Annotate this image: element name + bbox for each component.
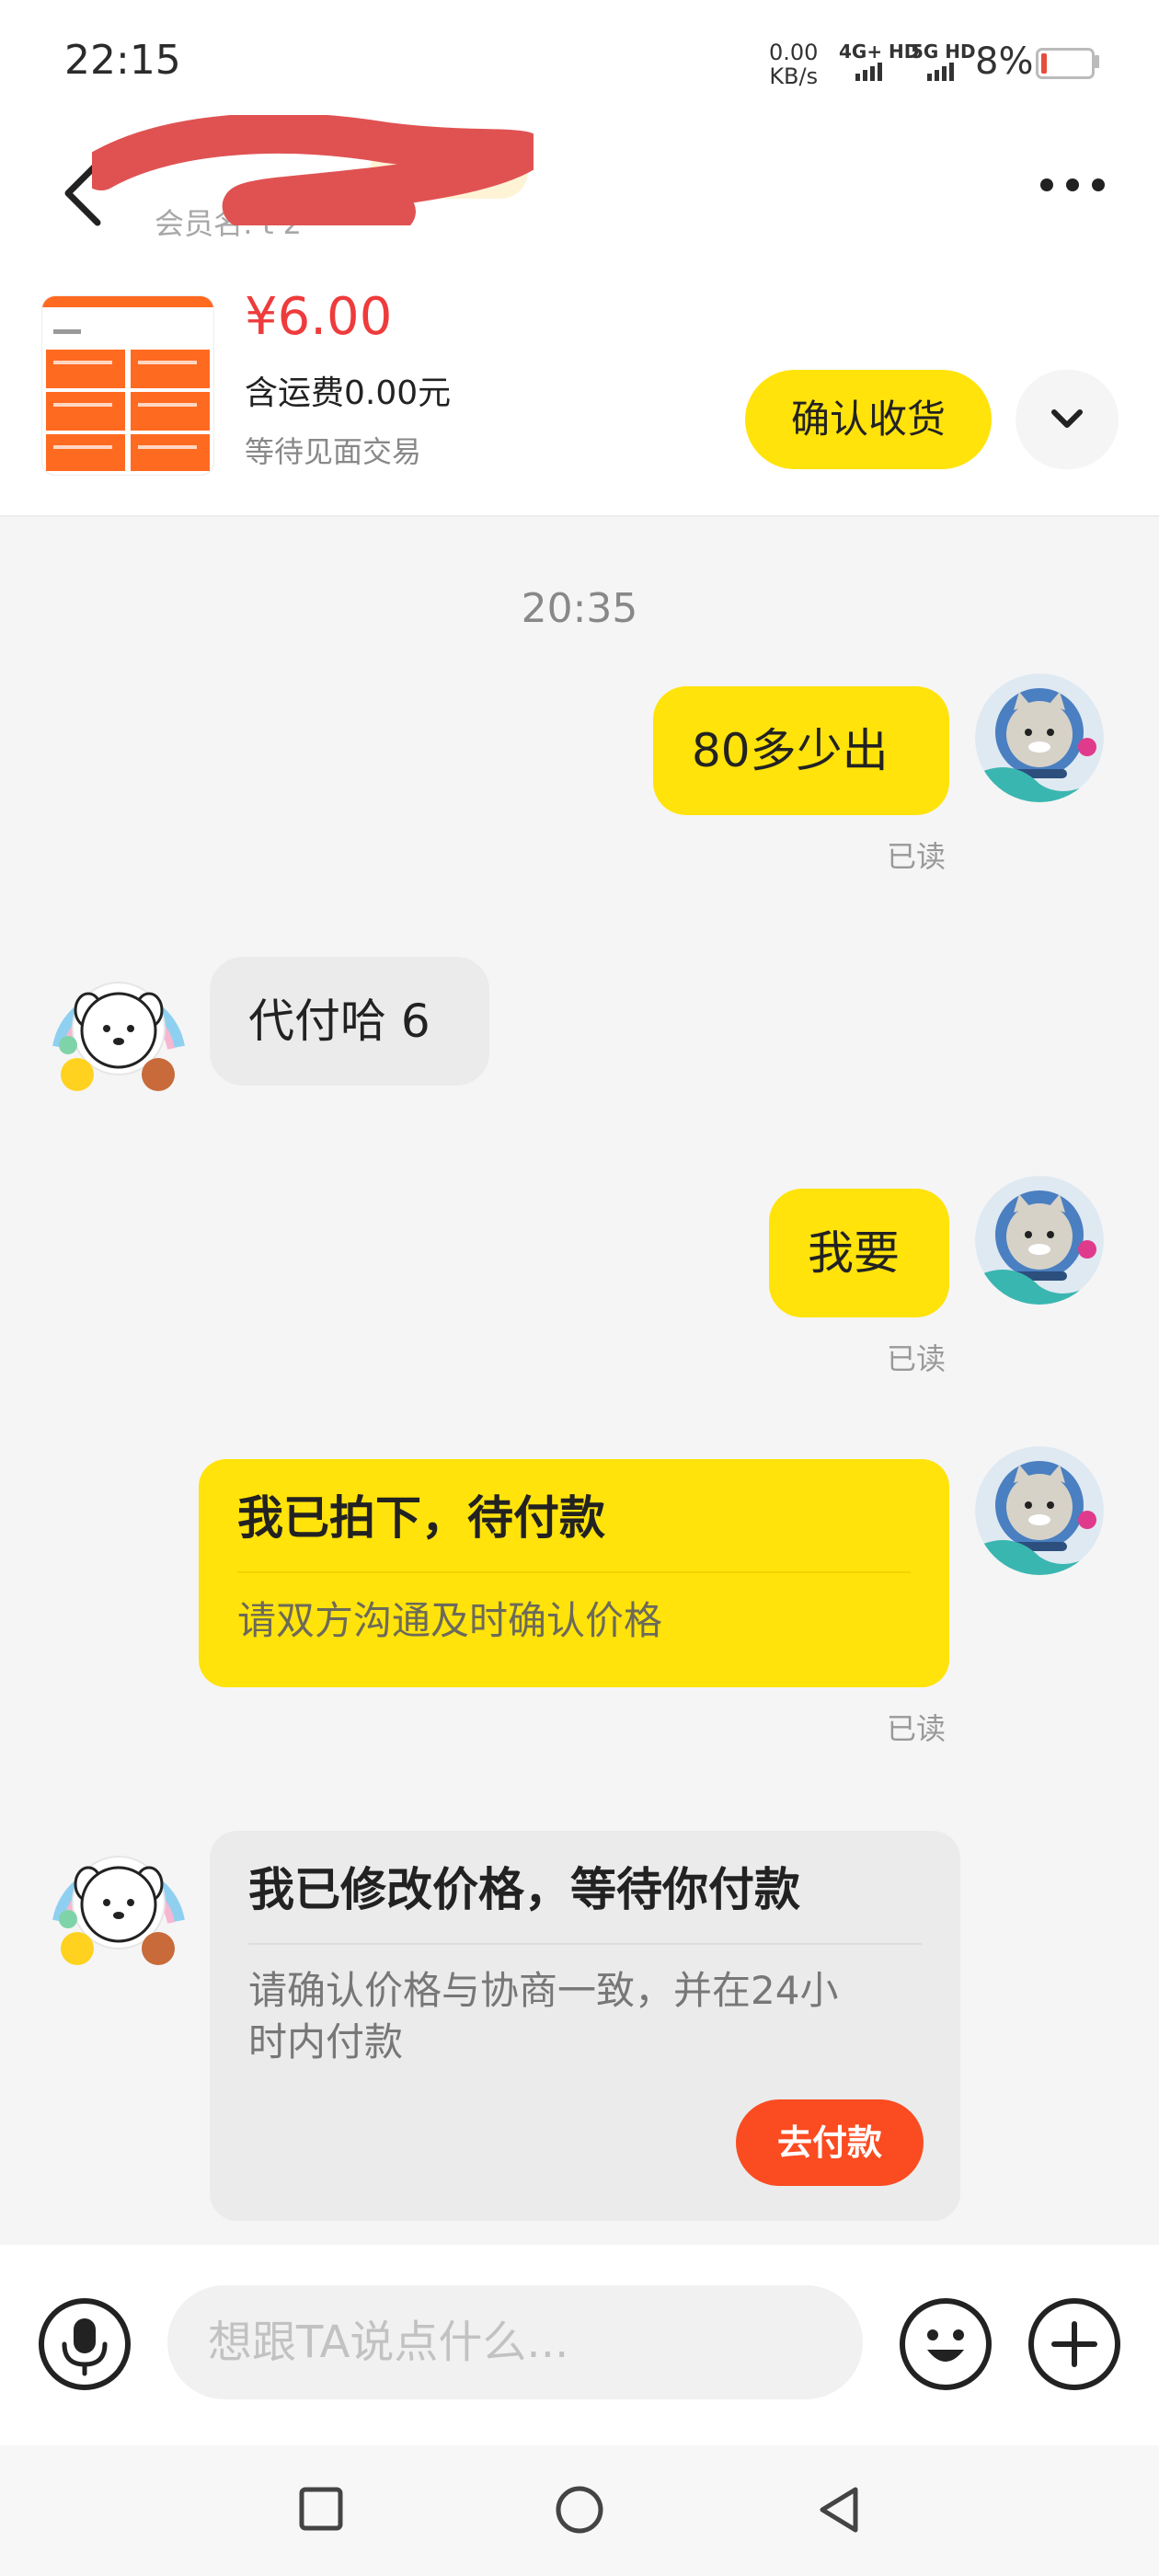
- order-card-me[interactable]: 我已拍下，待付款 请双方沟通及时确认价格: [199, 1459, 949, 1687]
- product-price: ¥6.00: [245, 287, 393, 347]
- signal-4g-label: 4G+ HD: [839, 40, 920, 63]
- expand-button[interactable]: [1016, 370, 1119, 469]
- confirm-receipt-button[interactable]: 确认收货: [745, 370, 992, 469]
- signal-bars-icon: [927, 63, 954, 81]
- chevron-down-icon: [1051, 409, 1083, 428]
- go-pay-button[interactable]: 去付款: [736, 2099, 924, 2186]
- card-subtitle: 请确认价格与协商一致，并在24小 时内付款: [248, 1965, 838, 2068]
- signal-4g: 4G+ HD: [839, 40, 919, 85]
- message-bubble-other[interactable]: 代付哈 6: [210, 957, 489, 1086]
- product-image: [42, 296, 213, 471]
- message-bubble-me[interactable]: 我要: [769, 1189, 949, 1317]
- signal-bars-icon: [855, 63, 882, 81]
- network-speed-value: 0.00: [769, 40, 819, 65]
- card-divider: [248, 1943, 922, 1945]
- battery-tip: [1095, 55, 1099, 68]
- my-avatar[interactable]: [975, 1446, 1104, 1575]
- signal-5g: 5G HD: [911, 40, 976, 85]
- battery-percent: 8%: [975, 40, 1034, 83]
- card-subtitle-line: 时内付款: [248, 2019, 404, 2064]
- nav-back-icon[interactable]: [815, 2484, 863, 2536]
- battery-icon: [1036, 48, 1095, 79]
- other-user-avatar[interactable]: [40, 1820, 197, 1976]
- other-user-avatar[interactable]: [40, 946, 197, 1102]
- read-status: 已读: [887, 1711, 947, 1746]
- message-text: 我要: [808, 1226, 900, 1280]
- product-thumbnail[interactable]: [42, 296, 213, 475]
- network-speed-unit: KB/s: [769, 63, 819, 89]
- nav-recents-icon[interactable]: [298, 2486, 344, 2532]
- message-input[interactable]: [167, 2285, 863, 2399]
- trade-status: 等待见面交易: [245, 434, 422, 469]
- card-subtitle-line: 请确认价格与协商一致，并在24小: [248, 1968, 839, 2013]
- message-bubble-me[interactable]: 80多少出: [653, 686, 949, 815]
- more-dots-icon[interactable]: [1038, 175, 1107, 195]
- microphone-icon[interactable]: [37, 2296, 132, 2392]
- card-title: 我已拍下，待付款: [237, 1491, 605, 1545]
- message-text: 代付哈 6: [248, 995, 430, 1048]
- my-avatar[interactable]: [975, 1176, 1104, 1305]
- nav-home-icon[interactable]: [554, 2484, 605, 2536]
- card-title: 我已修改价格，等待你付款: [248, 1863, 800, 1916]
- card-divider: [237, 1571, 911, 1573]
- chat-timestamp: 20:35: [521, 585, 638, 632]
- read-status: 已读: [887, 1341, 947, 1376]
- message-text: 80多少出: [692, 724, 889, 777]
- read-status: 已读: [887, 839, 947, 874]
- redaction-scribble: [92, 115, 534, 225]
- my-avatar[interactable]: [975, 673, 1104, 802]
- emoji-icon[interactable]: [898, 2296, 993, 2392]
- card-subtitle: 请双方沟通及时确认价格: [237, 1598, 663, 1643]
- shipping-fee: 含运费0.00元: [245, 374, 452, 412]
- signal-5g-label: 5G HD: [911, 40, 976, 63]
- network-speed: 0.00 KB/s: [769, 40, 818, 88]
- status-time: 22:15: [64, 37, 181, 84]
- plus-icon[interactable]: [1027, 2296, 1122, 2392]
